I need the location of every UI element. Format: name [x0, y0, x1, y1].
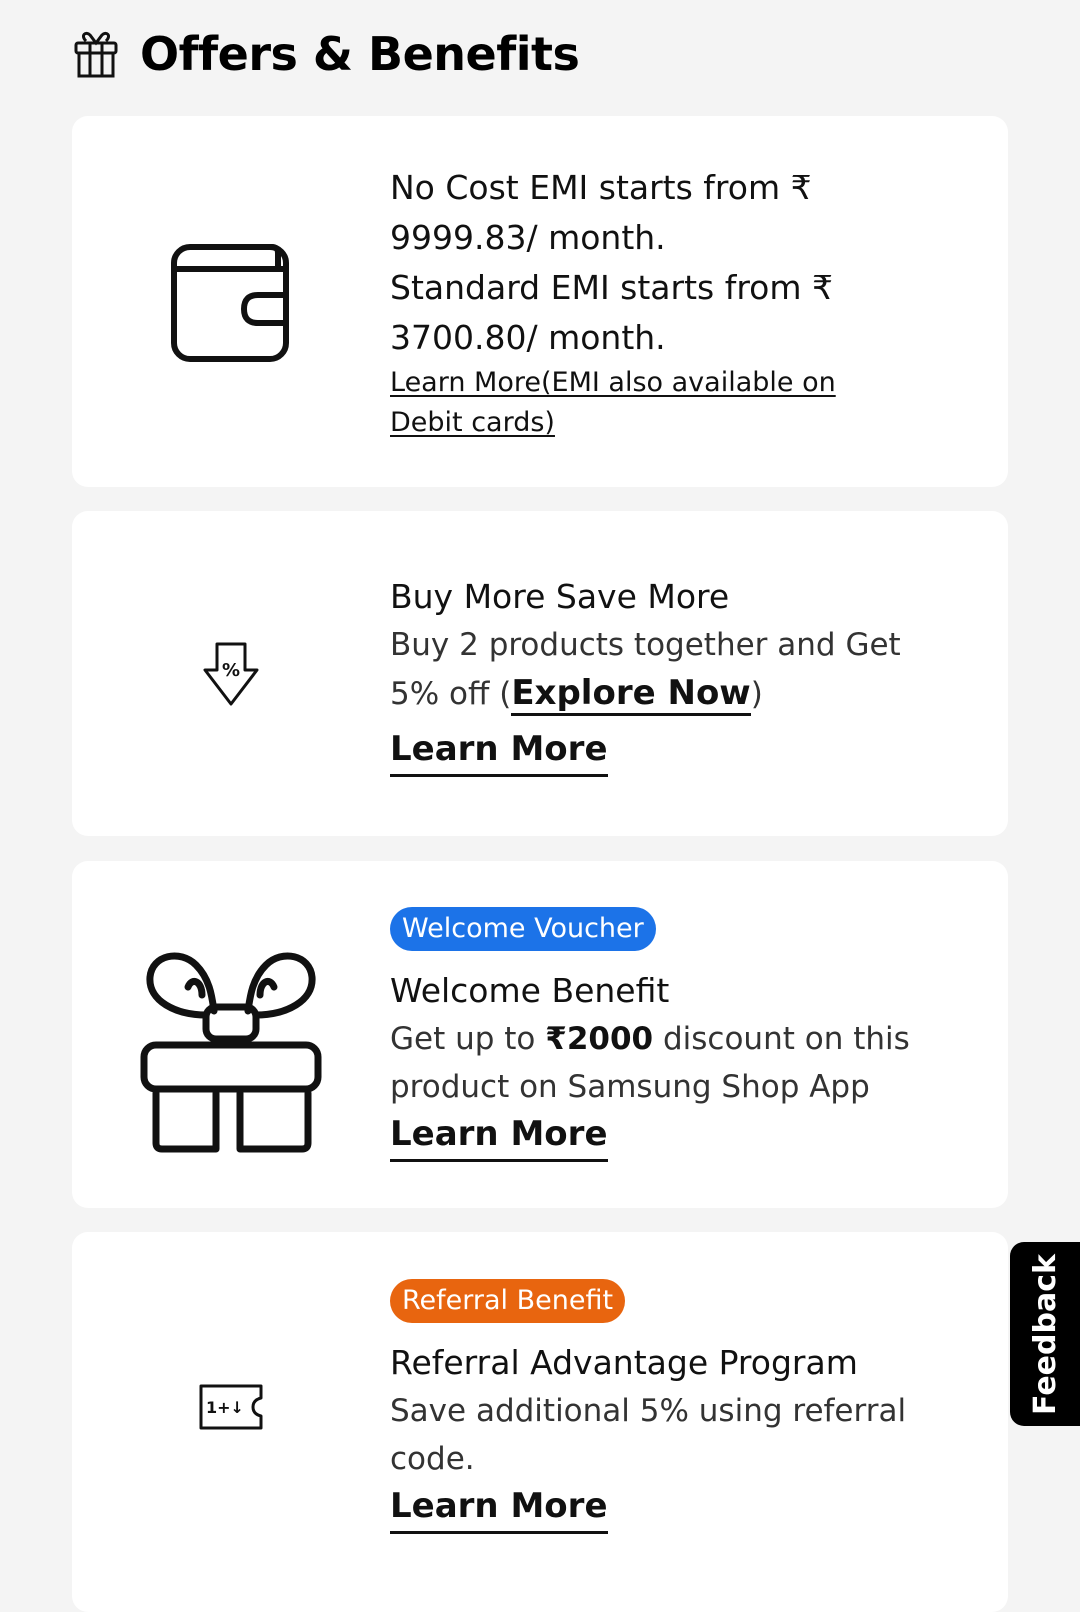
- welcome-voucher-badge: Welcome Voucher: [390, 907, 656, 951]
- gift-box-icon: [140, 952, 322, 1152]
- svg-text:1+↓: 1+↓: [206, 1398, 244, 1417]
- welcome-desc-line1: Get up to ₹2000 discount on this: [390, 1015, 980, 1063]
- buy-more-icon-box: %: [72, 511, 390, 836]
- emi-learn-more-link[interactable]: Learn More(EMI also available on Debit c…: [390, 363, 980, 443]
- page-title: Offers & Benefits: [140, 27, 580, 81]
- emi-no-cost-line2: 9999.83/ month.: [390, 218, 666, 257]
- welcome-icon-box: [72, 861, 390, 1208]
- emi-content: No Cost EMI starts from ₹ 9999.83/ month…: [390, 163, 980, 443]
- welcome-title: Welcome Benefit: [390, 971, 670, 1010]
- feedback-tab[interactable]: Feedback: [1010, 1242, 1080, 1426]
- referral-learn-wrap: Learn More: [390, 1483, 980, 1534]
- referral-learn-more-link[interactable]: Learn More: [390, 1483, 608, 1534]
- referral-desc-line2: code.: [390, 1441, 475, 1477]
- offers-header: Offers & Benefits: [72, 22, 580, 86]
- welcome-learn-wrap: Learn More: [390, 1111, 980, 1162]
- welcome-learn-more-link[interactable]: Learn More: [390, 1111, 608, 1162]
- welcome-benefit-card: Welcome Voucher Welcome Benefit Get up t…: [72, 861, 1008, 1208]
- referral-icon-box: 1+↓: [72, 1232, 390, 1582]
- buy-more-learn-more-link[interactable]: Learn More: [390, 726, 608, 777]
- referral-benefit-badge: Referral Benefit: [390, 1279, 626, 1323]
- welcome-desc-suffix: discount on this: [653, 1021, 910, 1057]
- welcome-desc-line2: product on Samsung Shop App: [390, 1069, 870, 1105]
- welcome-amount: ₹2000: [545, 1021, 654, 1057]
- welcome-desc-prefix: Get up to: [390, 1021, 546, 1057]
- emi-offer-card: No Cost EMI starts from ₹ 9999.83/ month…: [72, 116, 1008, 487]
- percent-down-arrow-icon: %: [203, 642, 259, 705]
- buy-more-title: Buy More Save More: [390, 577, 730, 616]
- feedback-label[interactable]: Feedback: [1028, 1254, 1063, 1415]
- emi-link-line2[interactable]: Debit cards): [390, 403, 980, 443]
- buy-more-content: Buy More Save More Buy 2 products togeth…: [390, 573, 980, 777]
- explore-now-link[interactable]: Explore Now: [511, 673, 751, 716]
- buy-more-desc-suffix: ): [750, 676, 763, 712]
- buy-more-desc-prefix: 5% off (: [390, 676, 512, 712]
- wallet-icon: [171, 243, 289, 362]
- referral-desc-line1: Save additional 5% using referral: [390, 1393, 907, 1429]
- referral-title: Referral Advantage Program: [390, 1343, 858, 1382]
- emi-link-line1[interactable]: Learn More(EMI also available on: [390, 363, 980, 403]
- buy-more-card: % Buy More Save More Buy 2 products toge…: [72, 511, 1008, 836]
- referral-ticket-icon: 1+↓: [199, 1384, 263, 1430]
- emi-standard-line2: 3700.80/ month.: [390, 318, 666, 357]
- gift-icon: [74, 31, 118, 78]
- referral-content: Referral Benefit Referral Advantage Prog…: [390, 1279, 980, 1534]
- svg-text:%: %: [222, 660, 240, 681]
- buy-more-desc-line2: 5% off (Explore Now): [390, 669, 980, 718]
- emi-standard-line1: Standard EMI starts from ₹: [390, 268, 833, 307]
- buy-more-learn-wrap: Learn More: [390, 726, 980, 777]
- welcome-content: Welcome Voucher Welcome Benefit Get up t…: [390, 907, 980, 1162]
- buy-more-desc-line1: Buy 2 products together and Get: [390, 627, 901, 663]
- referral-card: 1+↓ Referral Benefit Referral Advantage …: [72, 1232, 1008, 1612]
- emi-icon-box: [72, 116, 390, 487]
- emi-no-cost-line1: No Cost EMI starts from ₹: [390, 168, 812, 207]
